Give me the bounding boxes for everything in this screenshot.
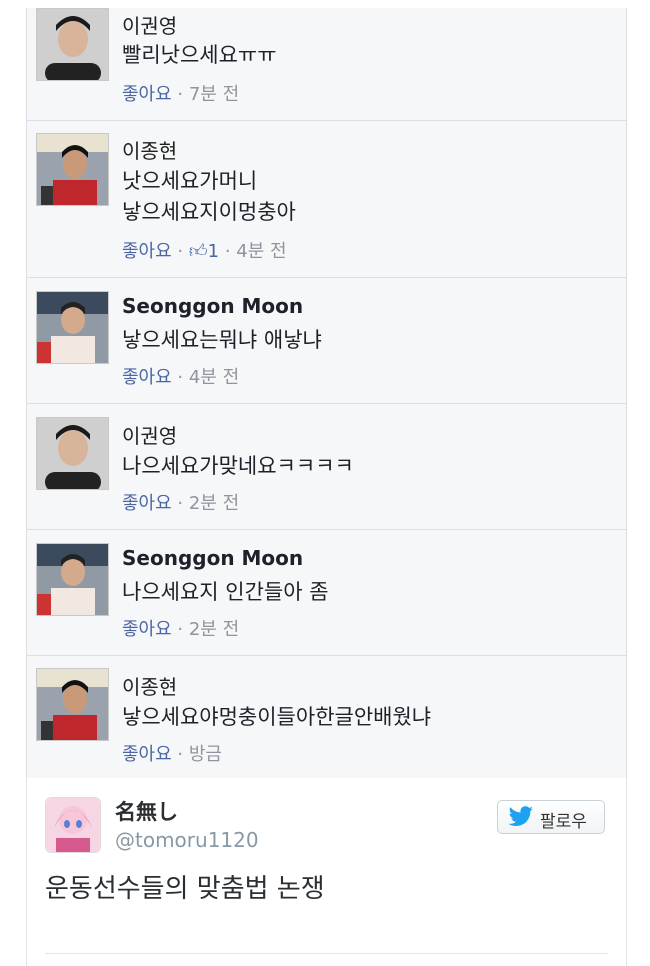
tweet-author-name[interactable]: 名無し bbox=[115, 796, 178, 826]
comment-time: 2분 전 bbox=[188, 619, 240, 640]
comment-item: 이종현 낳으세요야멍충이들아한글안배웠냐 좋아요 · 방금 bbox=[27, 655, 626, 778]
like-count: 1 bbox=[207, 241, 220, 262]
avatar[interactable] bbox=[36, 8, 109, 81]
comment-author[interactable]: Seonggon Moon bbox=[122, 546, 303, 570]
tweet-card: 名無し @tomoru1120 팔로우 운동선수들의 맞춤법 논쟁 bbox=[26, 778, 627, 966]
like-link[interactable]: 좋아요 bbox=[122, 493, 172, 514]
comment-meta: 좋아요 · 2분 전 bbox=[122, 493, 240, 514]
avatar[interactable] bbox=[36, 417, 109, 490]
twitter-bird-icon bbox=[508, 806, 533, 826]
follow-button[interactable]: 팔로우 bbox=[497, 800, 605, 834]
comment-text: 낫으세요가머니 낳으세요지이멍충아 bbox=[122, 169, 296, 224]
tweet-handle[interactable]: @tomoru1120 bbox=[115, 828, 259, 852]
follow-label: 팔로우 bbox=[540, 812, 587, 832]
comment-time: 방금 bbox=[188, 744, 222, 765]
tweet-text: 운동선수들의 맞춤법 논쟁 bbox=[45, 874, 325, 904]
comment-author[interactable]: Seonggon Moon bbox=[122, 294, 303, 318]
like-link[interactable]: 좋아요 bbox=[122, 84, 172, 105]
comment-text: 낳으세요는뭐냐 애낳냐 bbox=[122, 328, 322, 352]
comment-meta: 좋아요 · 4분 전 bbox=[122, 367, 240, 388]
comment-text: 낳으세요야멍충이들아한글안배웠냐 bbox=[122, 705, 432, 729]
avatar[interactable] bbox=[36, 668, 109, 741]
comment-author[interactable]: 이종현 bbox=[122, 135, 177, 164]
comment-item: 이종현 낫으세요가머니 낳으세요지이멍충아 좋아요 · 👍︎1 · 4분 전 bbox=[27, 120, 626, 278]
comment-author[interactable]: 이권영 bbox=[122, 10, 177, 39]
like-link[interactable]: 좋아요 bbox=[122, 619, 172, 640]
comment-author[interactable]: 이권영 bbox=[122, 420, 177, 449]
avatar[interactable] bbox=[36, 543, 109, 616]
comment-time: 4분 전 bbox=[188, 367, 240, 388]
comment-time: 7분 전 bbox=[188, 84, 240, 105]
tweet-divider bbox=[45, 953, 608, 954]
comment-meta: 좋아요 · 2분 전 bbox=[122, 619, 240, 640]
comment-item: 이권영 나으세요가맞네요ㅋㅋㅋㅋ 좋아요 · 2분 전 bbox=[27, 403, 626, 530]
comment-author[interactable]: 이종현 bbox=[122, 671, 177, 700]
like-link[interactable]: 좋아요 bbox=[122, 744, 172, 765]
comment-item: Seonggon Moon 낳으세요는뭐냐 애낳냐 좋아요 · 4분 전 bbox=[27, 277, 626, 404]
comment-meta: 좋아요 · 방금 bbox=[122, 744, 222, 765]
tweet-avatar[interactable] bbox=[45, 797, 101, 853]
like-link[interactable]: 좋아요 bbox=[122, 241, 172, 262]
comment-text: 나으세요가맞네요ㅋㅋㅋㅋ bbox=[122, 454, 354, 478]
comment-meta: 좋아요 · 7분 전 bbox=[122, 84, 240, 105]
like-link[interactable]: 좋아요 bbox=[122, 367, 172, 388]
comment-time: 2분 전 bbox=[188, 493, 240, 514]
comment-feed: 이권영 빨리낫으세요ㅠㅠ 좋아요 · 7분 전 이종현 낫으세요가머니 낳으세요… bbox=[26, 8, 627, 778]
comment-meta: 좋아요 · 👍︎1 · 4분 전 bbox=[122, 241, 287, 262]
comment-text: 빨리낫으세요ㅠㅠ bbox=[122, 43, 277, 67]
right-gutter bbox=[625, 8, 650, 966]
left-gutter bbox=[0, 8, 26, 966]
comment-item: Seonggon Moon 나으세요지 인간들아 좀 좋아요 · 2분 전 bbox=[27, 529, 626, 656]
avatar[interactable] bbox=[36, 291, 109, 364]
comment-text: 나으세요지 인간들아 좀 bbox=[122, 580, 329, 604]
thumbs-up-icon: 👍︎ bbox=[188, 241, 208, 262]
comment-time: 4분 전 bbox=[236, 241, 287, 262]
avatar[interactable] bbox=[36, 133, 109, 206]
comment-item: 이권영 빨리낫으세요ㅠㅠ 좋아요 · 7분 전 bbox=[27, 8, 626, 121]
